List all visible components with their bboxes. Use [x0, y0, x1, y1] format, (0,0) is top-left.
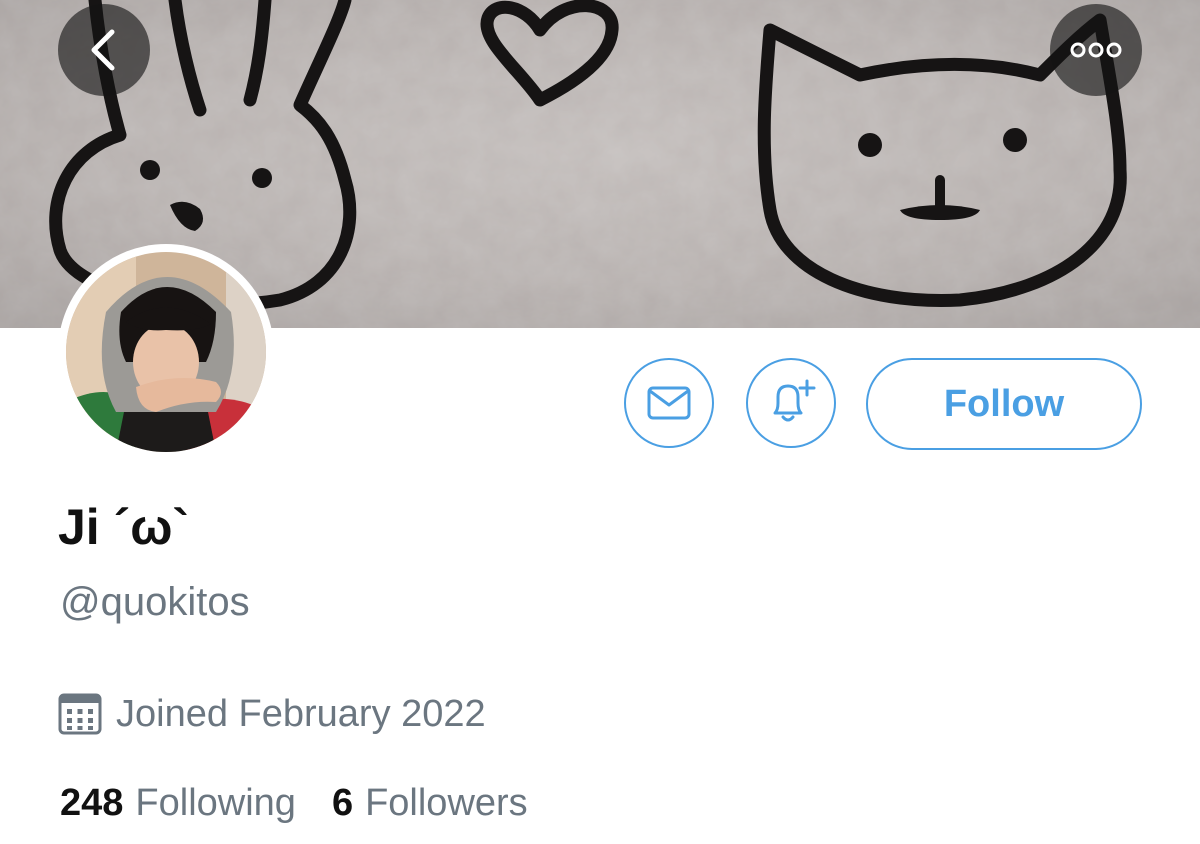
following-link[interactable]: 248 Following [60, 780, 296, 826]
more-horizontal-icon [1070, 41, 1122, 59]
display-name: Ji ´ω` [58, 499, 190, 555]
avatar-photo [66, 252, 266, 452]
following-count: 248 [60, 782, 124, 824]
calendar-icon [58, 692, 102, 736]
followers-link[interactable]: 6 Followers [332, 780, 528, 826]
username-handle: @quokitos [60, 580, 250, 624]
back-button[interactable] [58, 4, 150, 96]
more-options-button[interactable] [1050, 4, 1142, 96]
joined-date-text: Joined February 2022 [116, 692, 486, 735]
envelope-icon [647, 386, 691, 420]
following-label: Following [135, 782, 296, 824]
follow-button[interactable]: Follow [866, 358, 1142, 450]
followers-label: Followers [365, 782, 528, 824]
notifications-button[interactable] [746, 358, 836, 448]
joined-date: Joined February 2022 [58, 690, 486, 738]
avatar[interactable] [58, 244, 274, 460]
bell-plus-icon [766, 379, 816, 427]
message-button[interactable] [624, 358, 714, 448]
follow-stats: 248 Following 6 Followers [60, 780, 528, 826]
followers-count: 6 [331, 782, 354, 824]
follow-button-label: Follow [943, 382, 1065, 425]
profile-page: Follow Ji ´ω` @quokitos Joined February … [0, 0, 1200, 844]
chevron-left-icon [86, 28, 122, 72]
